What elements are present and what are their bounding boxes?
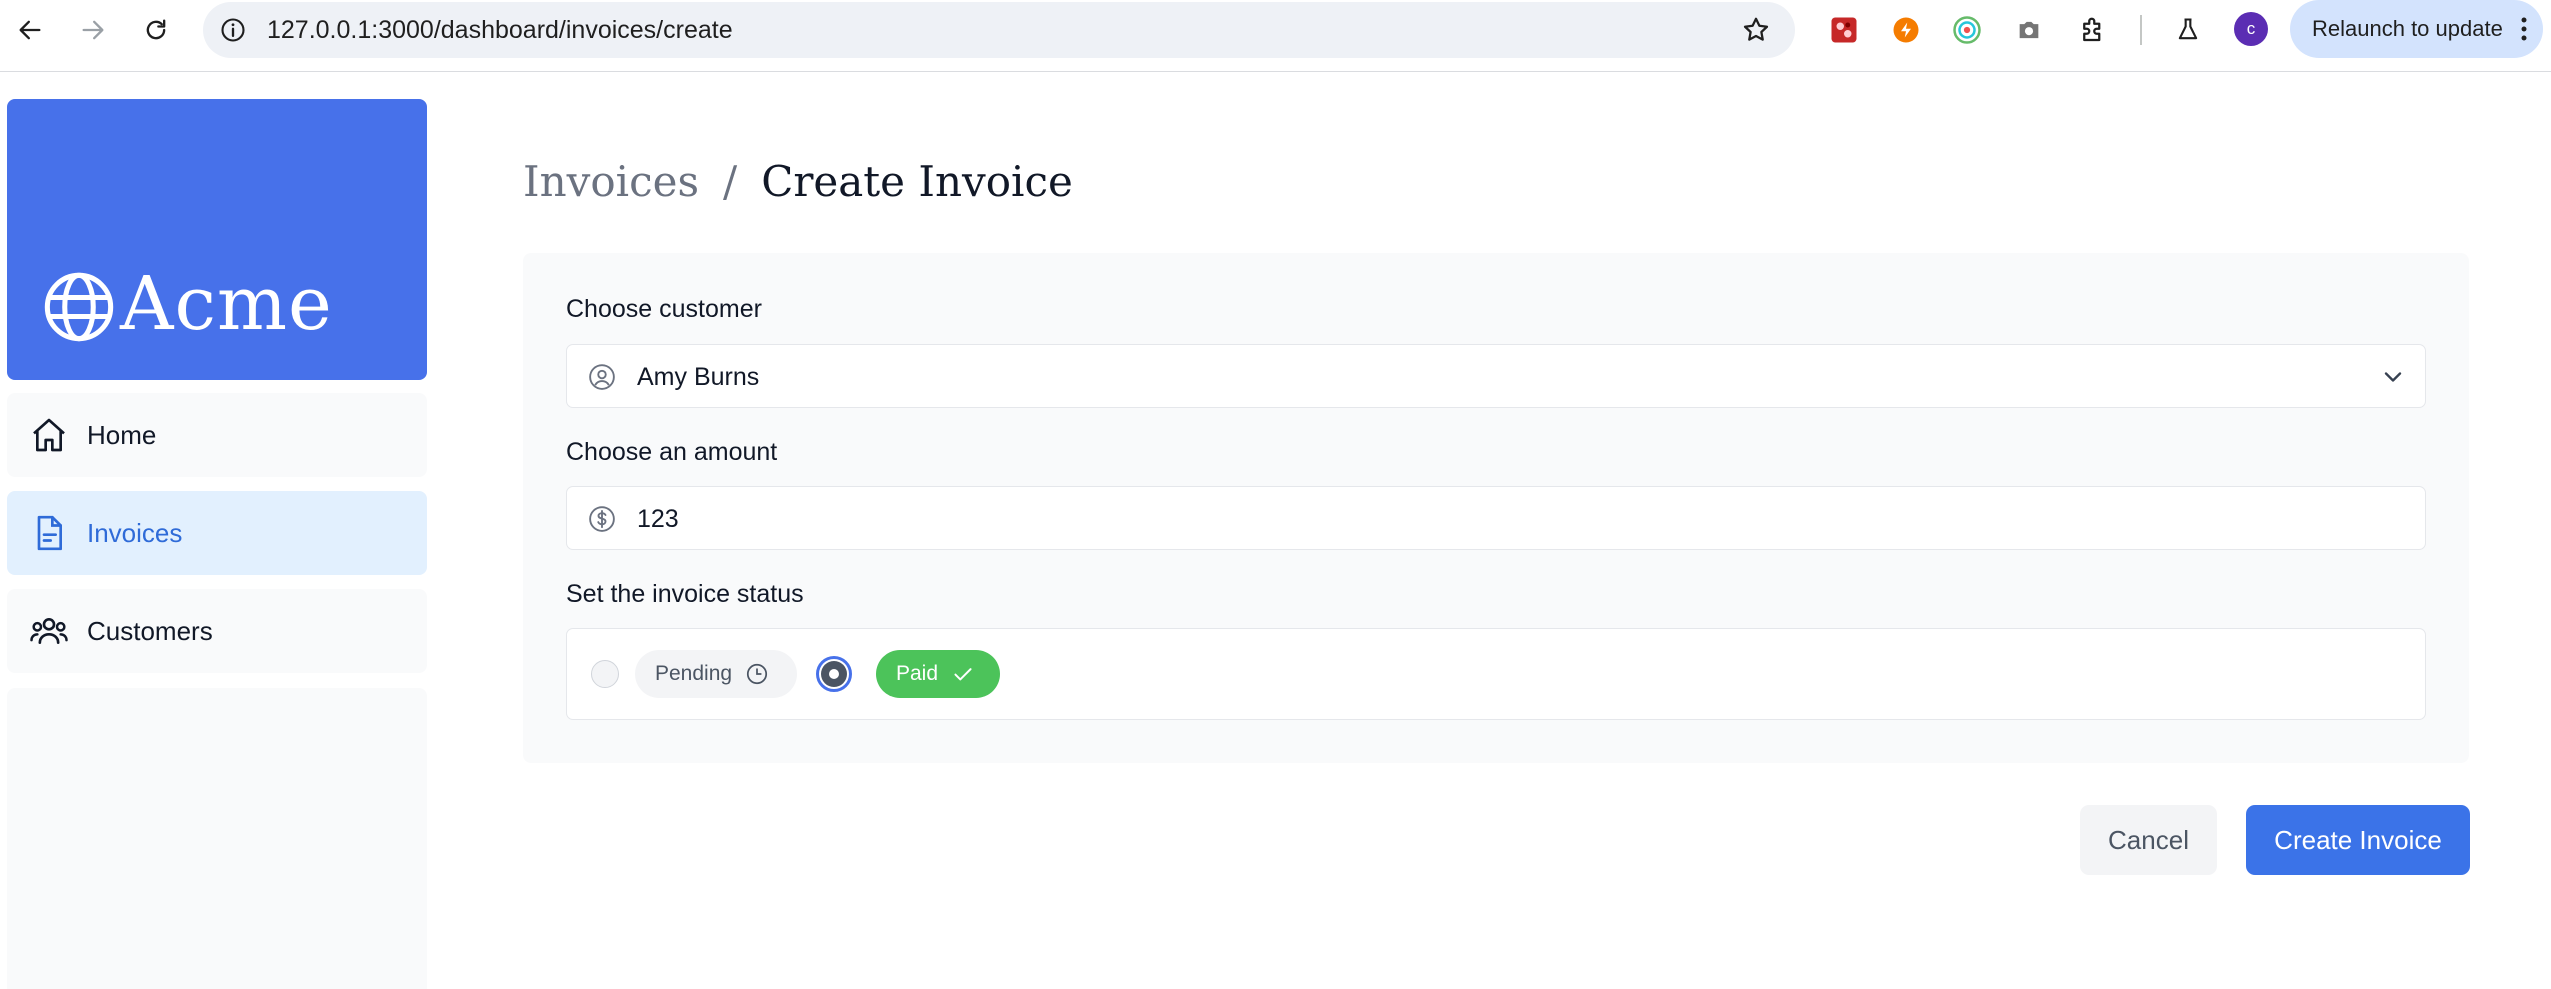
- extension-red-icon[interactable]: [1826, 12, 1862, 48]
- pending-label: Pending: [655, 662, 733, 685]
- globe-icon: [41, 269, 117, 345]
- reload-icon[interactable]: [138, 12, 174, 48]
- sidebar-item-customers[interactable]: Customers: [7, 589, 427, 673]
- browser-toolbar: 127.0.0.1:3000/dashboard/invoices/create…: [0, 0, 2551, 72]
- relaunch-label: Relaunch to update: [2312, 16, 2503, 41]
- logo-text: Acme: [120, 261, 333, 347]
- dollar-circle-icon: [587, 504, 617, 534]
- paid-label: Paid: [896, 662, 939, 685]
- radio-selected-fill: [821, 661, 847, 687]
- status-radio-pending[interactable]: [591, 660, 619, 688]
- users-icon: [29, 611, 69, 651]
- profile-avatar[interactable]: c: [2234, 12, 2268, 46]
- amount-label: Choose an amount: [566, 438, 778, 466]
- status-radio-paid[interactable]: [816, 656, 852, 692]
- sidebar-item-label: Invoices: [87, 517, 183, 548]
- create-invoice-button[interactable]: Create Invoice: [2246, 805, 2470, 875]
- document-icon: [29, 513, 69, 553]
- status-option-paid[interactable]: Paid: [876, 650, 1000, 698]
- more-vert-icon[interactable]: [2519, 14, 2529, 44]
- relaunch-button[interactable]: Relaunch to update: [2290, 0, 2543, 58]
- radio-selected-dot: [829, 669, 839, 679]
- breadcrumb-link-invoices[interactable]: Invoices: [523, 157, 699, 206]
- site-info-icon[interactable]: [219, 16, 247, 44]
- toolbar-divider: [2140, 15, 2142, 45]
- chevron-down-icon[interactable]: [2379, 363, 2407, 391]
- customer-select[interactable]: Amy Burns: [566, 344, 2426, 408]
- amount-value: 123: [637, 505, 679, 533]
- invoice-form: Choose customer Amy Burns Choose an amou…: [523, 253, 2469, 763]
- url-text[interactable]: 127.0.0.1:3000/dashboard/invoices/create: [267, 16, 733, 44]
- sidebar-item-invoices[interactable]: Invoices: [7, 491, 427, 575]
- breadcrumb-separator: /: [723, 157, 738, 206]
- address-bar[interactable]: 127.0.0.1:3000/dashboard/invoices/create: [203, 2, 1795, 58]
- status-option-pending[interactable]: Pending: [635, 650, 797, 698]
- extension-orange-icon[interactable]: [1888, 12, 1924, 48]
- status-label: Set the invoice status: [566, 580, 804, 608]
- status-fieldset: Pending Paid: [566, 628, 2426, 720]
- forward-arrow-icon[interactable]: [75, 12, 111, 48]
- extension-green-icon[interactable]: [1949, 12, 1985, 48]
- home-icon: [29, 415, 69, 455]
- customer-value: Amy Burns: [637, 363, 760, 391]
- sidebar-item-label: Customers: [87, 615, 213, 646]
- check-icon: [950, 661, 976, 687]
- breadcrumb: Invoices / Create Invoice: [523, 150, 1073, 214]
- user-circle-icon: [587, 362, 617, 392]
- sidebar-spacer: [7, 688, 427, 989]
- cancel-button[interactable]: Cancel: [2080, 805, 2217, 875]
- back-arrow-icon[interactable]: [12, 12, 48, 48]
- labs-flask-icon[interactable]: [2170, 12, 2206, 48]
- camera-icon[interactable]: [2011, 12, 2047, 48]
- bookmark-star-icon[interactable]: [1741, 15, 1771, 45]
- customer-label: Choose customer: [566, 295, 762, 323]
- puzzle-extensions-icon[interactable]: [2075, 12, 2111, 48]
- brand-logo[interactable]: Acme: [7, 99, 427, 380]
- sidebar-item-home[interactable]: Home: [7, 393, 427, 477]
- amount-input[interactable]: 123: [566, 486, 2426, 550]
- sidebar-item-label: Home: [87, 419, 157, 450]
- clock-icon: [744, 661, 770, 687]
- page-title: Create Invoice: [761, 157, 1073, 206]
